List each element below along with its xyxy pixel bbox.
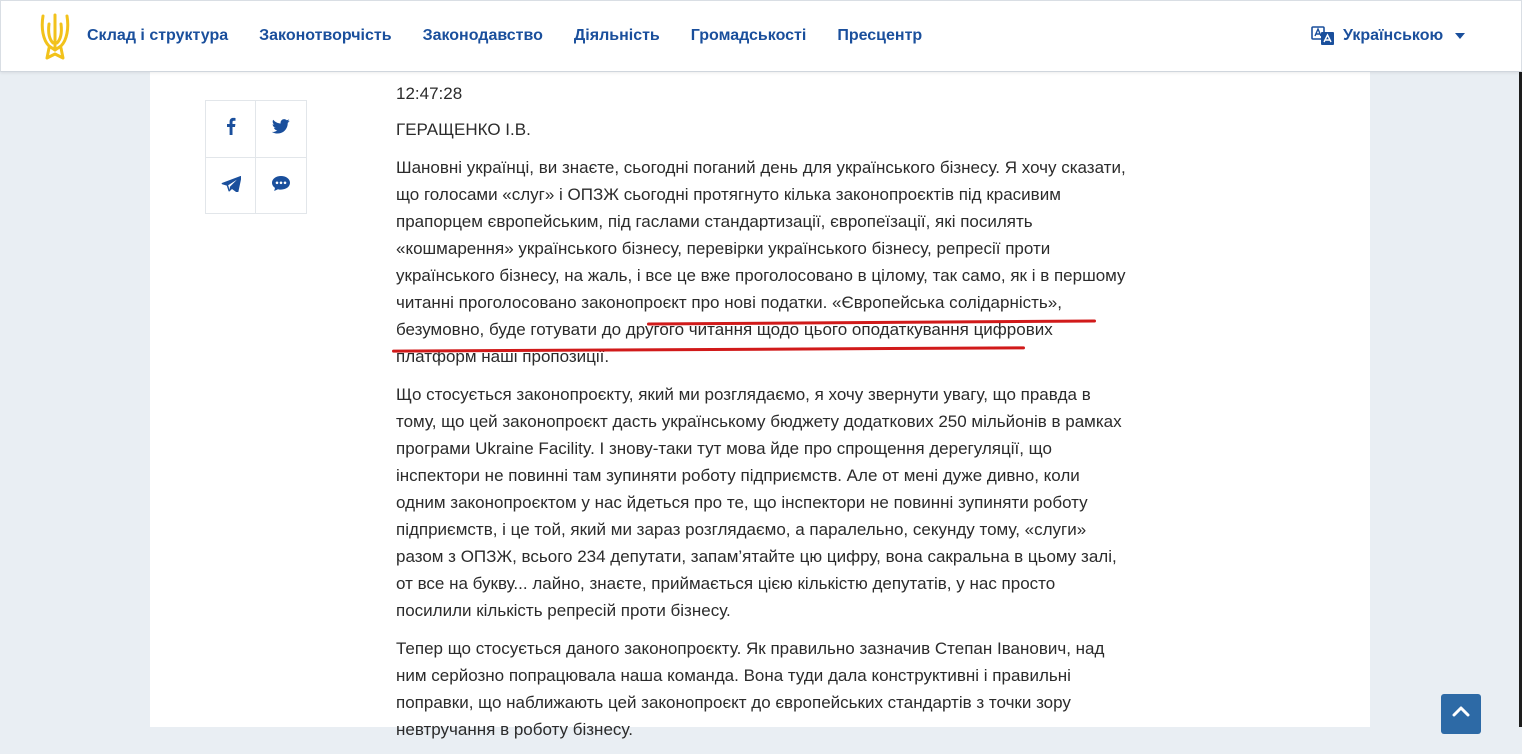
chevron-up-icon — [1452, 704, 1470, 722]
language-label: Українською — [1343, 27, 1444, 44]
main-navigation: Склад і структура Законотворчість Законо… — [87, 1, 953, 71]
chevron-down-icon — [1455, 33, 1466, 39]
timestamp: 12:47:28 — [396, 84, 463, 103]
share-buttons — [205, 100, 307, 214]
telegram-icon — [221, 175, 241, 197]
trident-icon[interactable] — [37, 12, 73, 62]
language-selector[interactable]: Українською — [1311, 1, 1466, 71]
nav-item-lawmaking[interactable]: Законотворчість — [259, 27, 391, 45]
facebook-share-button[interactable] — [206, 101, 255, 156]
top-navigation-bar: Склад і структура Законотворчість Законо… — [0, 0, 1522, 72]
nav-item-press-center[interactable]: Пресцентр — [837, 27, 922, 45]
comment-share-button[interactable] — [256, 158, 305, 213]
twitter-icon — [271, 118, 290, 139]
paragraph: Що стосується законопроєкту, який ми роз… — [396, 385, 1122, 620]
facebook-icon — [226, 117, 236, 140]
nav-item-legislation[interactable]: Законодавство — [423, 27, 543, 45]
paragraph: Шановні українці, ви знаєте, сьогодні по… — [396, 158, 1126, 366]
scroll-to-top-button[interactable] — [1441, 694, 1481, 734]
nav-item-activity[interactable]: Діяльність — [574, 27, 660, 45]
translate-icon — [1311, 25, 1335, 47]
transcript-article: 12:47:28 ГЕРАЩЕНКО І.В. Шановні українці… — [396, 80, 1131, 754]
comment-icon — [271, 175, 291, 197]
nav-item-structure[interactable]: Склад і структура — [87, 27, 228, 45]
twitter-share-button[interactable] — [256, 101, 305, 156]
speaker-name: ГЕРАЩЕНКО І.В. — [396, 120, 531, 139]
telegram-share-button[interactable] — [206, 158, 255, 213]
nav-item-public[interactable]: Громадськості — [691, 27, 807, 45]
